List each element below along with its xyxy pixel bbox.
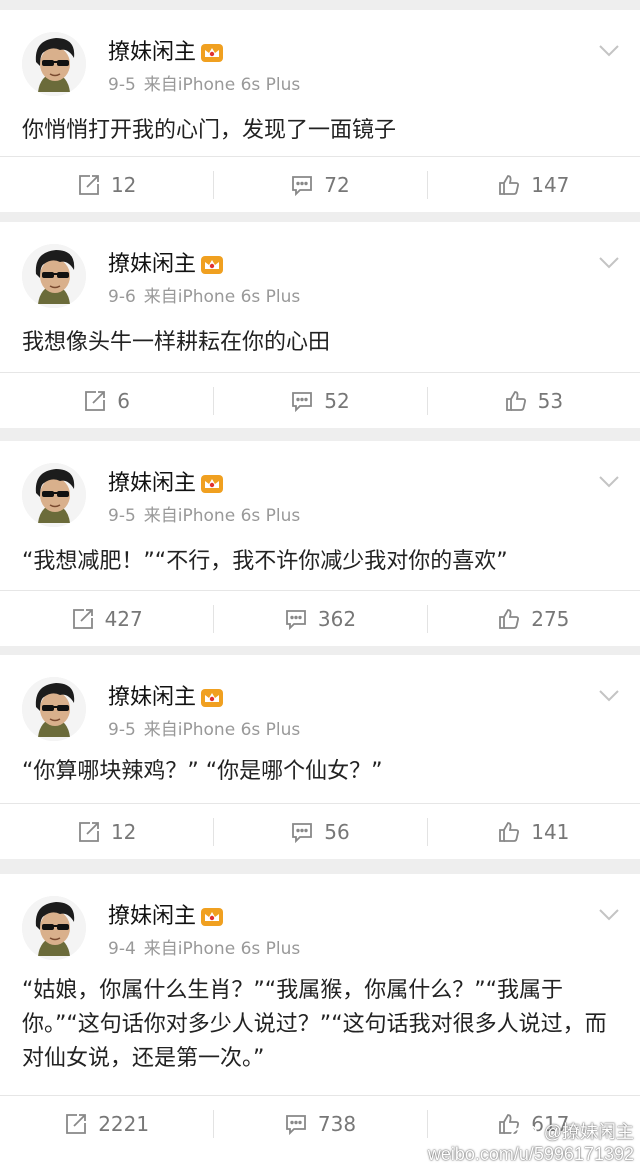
username[interactable]: 撩妹闲主 (108, 904, 224, 930)
repost-icon (77, 820, 111, 844)
thumbs-up-icon (497, 820, 531, 844)
like-count: 275 (531, 606, 570, 631)
username-text[interactable]: 撩妹闲主 (108, 471, 196, 497)
post-date: 9-5 (108, 75, 136, 95)
like-count: 147 (531, 172, 570, 197)
like-button[interactable]: 141 (426, 804, 640, 859)
like-button[interactable]: 275 (426, 591, 640, 646)
comment-icon (290, 820, 324, 844)
repost-icon (77, 173, 111, 197)
post-text: “你算哪块辣鸡？” “你是哪个仙女？” (22, 759, 383, 784)
repost-count: 2221 (98, 1111, 150, 1136)
comment-icon (284, 1112, 318, 1136)
post-card: 撩妹闲主 9-6 来自iPhone 6s Plus 我想像头牛一样耕耘在你的心田 6 52… (0, 222, 640, 428)
comment-count: 362 (317, 606, 357, 631)
comment-button[interactable]: 738 (213, 1096, 426, 1151)
username[interactable]: 撩妹闲主 (108, 40, 224, 66)
post-text: “姑娘，你属什么生肖？”“我属猴，你属什么？”“我属于你。”“这句话你对多少人说… (22, 978, 607, 1071)
chevron-down-icon[interactable] (598, 256, 620, 270)
chevron-down-icon[interactable] (598, 908, 620, 922)
post-actions: 427 362 275 (0, 590, 640, 646)
repost-button[interactable]: 12 (0, 804, 213, 859)
like-button[interactable]: 147 (426, 157, 640, 212)
crown-badge-icon (200, 473, 224, 495)
post-text: “我想减肥！”“不行，我不许你减少我对你的喜欢” (22, 549, 508, 574)
watermark-handle: @撩妹闲主 (543, 1121, 634, 1142)
crown-badge-icon (200, 906, 224, 928)
like-count: 53 (537, 388, 564, 413)
avatar[interactable] (22, 244, 86, 308)
comment-count: 52 (324, 388, 350, 413)
thumbs-up-icon (504, 389, 538, 413)
repost-icon (83, 389, 117, 413)
post-card: 撩妹闲主 9-5 来自iPhone 6s Plus 你悄悄打开我的心门，发现了一面镜子… (0, 10, 640, 212)
post-date: 9-4 (108, 939, 136, 959)
thumbs-up-icon (497, 607, 531, 631)
username-text[interactable]: 撩妹闲主 (108, 40, 196, 66)
avatar[interactable] (22, 463, 86, 527)
post-date: 9-5 (108, 720, 136, 740)
comment-button[interactable]: 72 (213, 157, 426, 212)
post-meta: 9-6 来自iPhone 6s Plus (108, 286, 300, 308)
like-button[interactable]: 53 (426, 373, 640, 428)
comment-icon (290, 389, 324, 413)
repost-icon (71, 607, 105, 631)
post-actions: 12 72 147 (0, 156, 640, 212)
repost-count: 12 (110, 819, 137, 844)
post-meta: 9-5 来自iPhone 6s Plus (108, 74, 300, 96)
repost-count: 427 (104, 606, 143, 631)
like-count: 141 (531, 819, 570, 844)
post-text: 我想像头牛一样耕耘在你的心田 (22, 330, 331, 355)
repost-count: 6 (117, 388, 131, 413)
chevron-down-icon[interactable] (598, 44, 620, 58)
post-card: 撩妹闲主 9-5 来自iPhone 6s Plus “我想减肥！”“不行，我不许你减少… (0, 441, 640, 646)
crown-badge-icon (200, 42, 224, 64)
weibo-logo-icon (509, 1123, 539, 1143)
username[interactable]: 撩妹闲主 (108, 471, 224, 497)
post-source: 来自iPhone 6s Plus (143, 75, 301, 95)
repost-icon (64, 1112, 98, 1136)
comment-count: 72 (324, 172, 350, 197)
repost-button[interactable]: 2221 (0, 1096, 213, 1151)
post-meta: 9-5 来自iPhone 6s Plus (108, 505, 300, 527)
comment-icon (290, 173, 324, 197)
crown-badge-icon (200, 254, 224, 276)
post-card: 撩妹闲主 9-5 来自iPhone 6s Plus “你算哪块辣鸡？” “你是哪个仙女… (0, 655, 640, 859)
post-date: 9-6 (108, 287, 136, 307)
comment-button[interactable]: 52 (213, 373, 426, 428)
crown-badge-icon (200, 687, 224, 709)
watermark-url: weibo.com/u/5996171392 (427, 1144, 634, 1164)
repost-button[interactable]: 6 (0, 373, 213, 428)
username-text[interactable]: 撩妹闲主 (108, 904, 196, 930)
thumbs-up-icon (497, 173, 531, 197)
repost-button[interactable]: 427 (0, 591, 213, 646)
post-source: 来自iPhone 6s Plus (143, 506, 301, 526)
comment-button[interactable]: 362 (213, 591, 426, 646)
username-text[interactable]: 撩妹闲主 (108, 252, 196, 278)
post-source: 来自iPhone 6s Plus (143, 287, 301, 307)
comment-icon (284, 607, 318, 631)
avatar[interactable] (22, 896, 86, 960)
username[interactable]: 撩妹闲主 (108, 252, 224, 278)
avatar[interactable] (22, 32, 86, 96)
repost-count: 12 (110, 172, 137, 197)
username-text[interactable]: 撩妹闲主 (108, 685, 196, 711)
comment-button[interactable]: 56 (213, 804, 426, 859)
post-actions: 12 56 141 (0, 803, 640, 859)
post-meta: 9-5 来自iPhone 6s Plus (108, 719, 300, 741)
repost-button[interactable]: 12 (0, 157, 213, 212)
post-text: 你悄悄打开我的心门，发现了一面镜子 (22, 118, 397, 143)
weibo-watermark: @撩妹闲主 weibo.com/u/5996171392 (428, 1121, 634, 1165)
avatar[interactable] (22, 677, 86, 741)
post-actions: 6 52 53 (0, 372, 640, 428)
post-date: 9-5 (108, 506, 136, 526)
post-meta: 9-4 来自iPhone 6s Plus (108, 938, 300, 960)
post-source: 来自iPhone 6s Plus (143, 720, 301, 740)
chevron-down-icon[interactable] (598, 475, 620, 489)
post-source: 来自iPhone 6s Plus (143, 939, 301, 959)
username[interactable]: 撩妹闲主 (108, 685, 224, 711)
comment-count: 56 (324, 819, 350, 844)
comment-count: 738 (317, 1111, 357, 1136)
chevron-down-icon[interactable] (598, 689, 620, 703)
